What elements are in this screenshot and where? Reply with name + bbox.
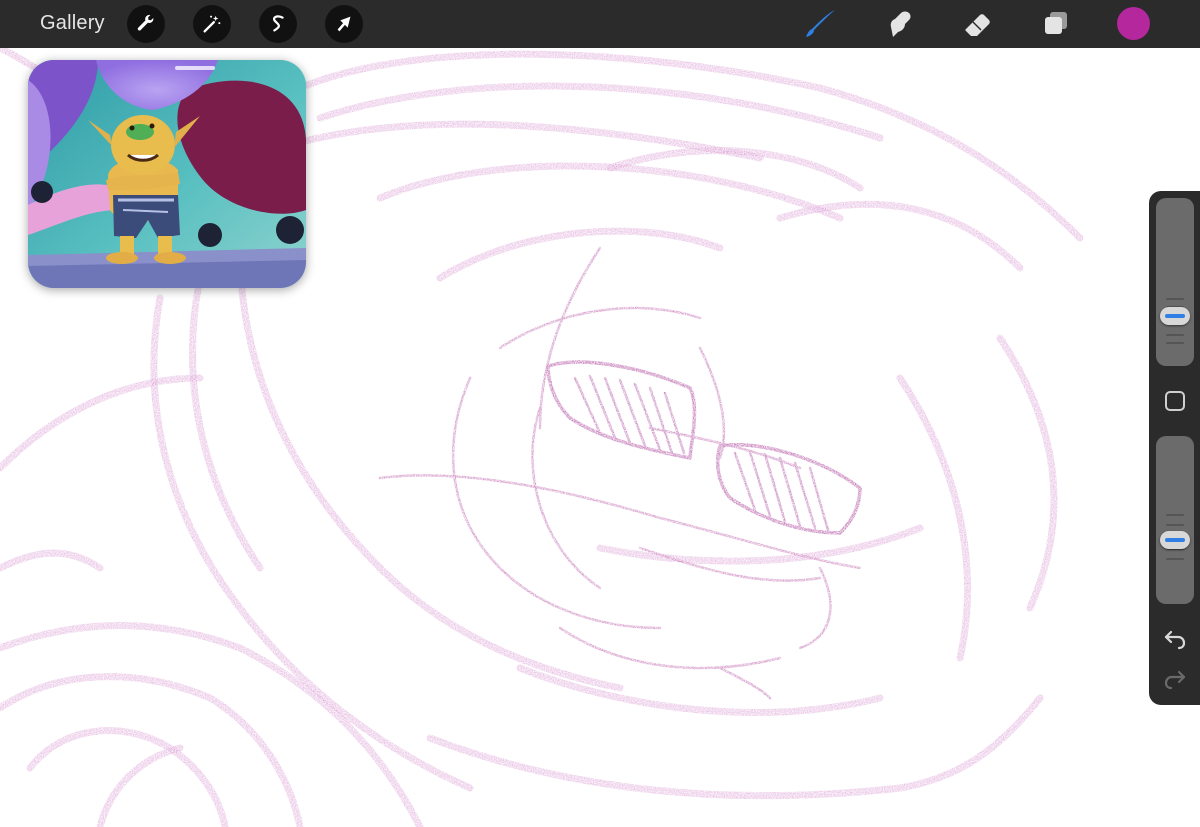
actions-button[interactable] <box>127 5 165 43</box>
transform-arrow-icon <box>337 16 351 32</box>
selection-button[interactable] <box>259 5 297 43</box>
smudge-icon <box>890 11 911 37</box>
reference-window[interactable] <box>28 60 306 288</box>
layers-icon <box>1045 12 1067 34</box>
eraser-icon <box>965 14 990 36</box>
slider-notch <box>1166 524 1184 526</box>
brush-opacity-slider[interactable] <box>1156 436 1194 604</box>
slider-notch <box>1166 334 1184 336</box>
adjustments-button[interactable] <box>193 5 231 43</box>
magic-wand-icon <box>203 15 221 33</box>
smudge-tool-button[interactable] <box>880 5 920 43</box>
slider-notch <box>1166 514 1184 516</box>
side-controls <box>1149 191 1200 705</box>
top-toolbar: Gallery <box>0 0 1200 48</box>
undo-button[interactable] <box>1162 627 1188 651</box>
eraser-tool-button[interactable] <box>957 5 997 43</box>
reference-drag-handle[interactable] <box>175 66 215 70</box>
layers-tool-button[interactable] <box>1036 5 1076 43</box>
brush-opacity-thumb[interactable] <box>1160 531 1190 550</box>
transform-button[interactable] <box>325 5 363 43</box>
slider-notch <box>1166 558 1184 560</box>
brush-size-thumb[interactable] <box>1160 306 1190 325</box>
wrench-icon <box>137 14 154 31</box>
brush-tool-button[interactable] <box>800 5 840 43</box>
redo-button[interactable] <box>1162 667 1188 691</box>
square-icon[interactable] <box>1165 391 1185 411</box>
slider-notch <box>1166 342 1184 344</box>
brush-size-slider[interactable] <box>1156 198 1194 366</box>
slider-notch <box>1166 298 1184 300</box>
color-picker-button[interactable] <box>1117 7 1150 40</box>
undo-icon <box>1164 630 1186 650</box>
gallery-button[interactable]: Gallery <box>40 12 105 35</box>
reference-image <box>28 60 306 288</box>
redo-icon <box>1164 670 1186 690</box>
selection-icon <box>272 15 284 32</box>
brush-icon <box>806 10 835 37</box>
